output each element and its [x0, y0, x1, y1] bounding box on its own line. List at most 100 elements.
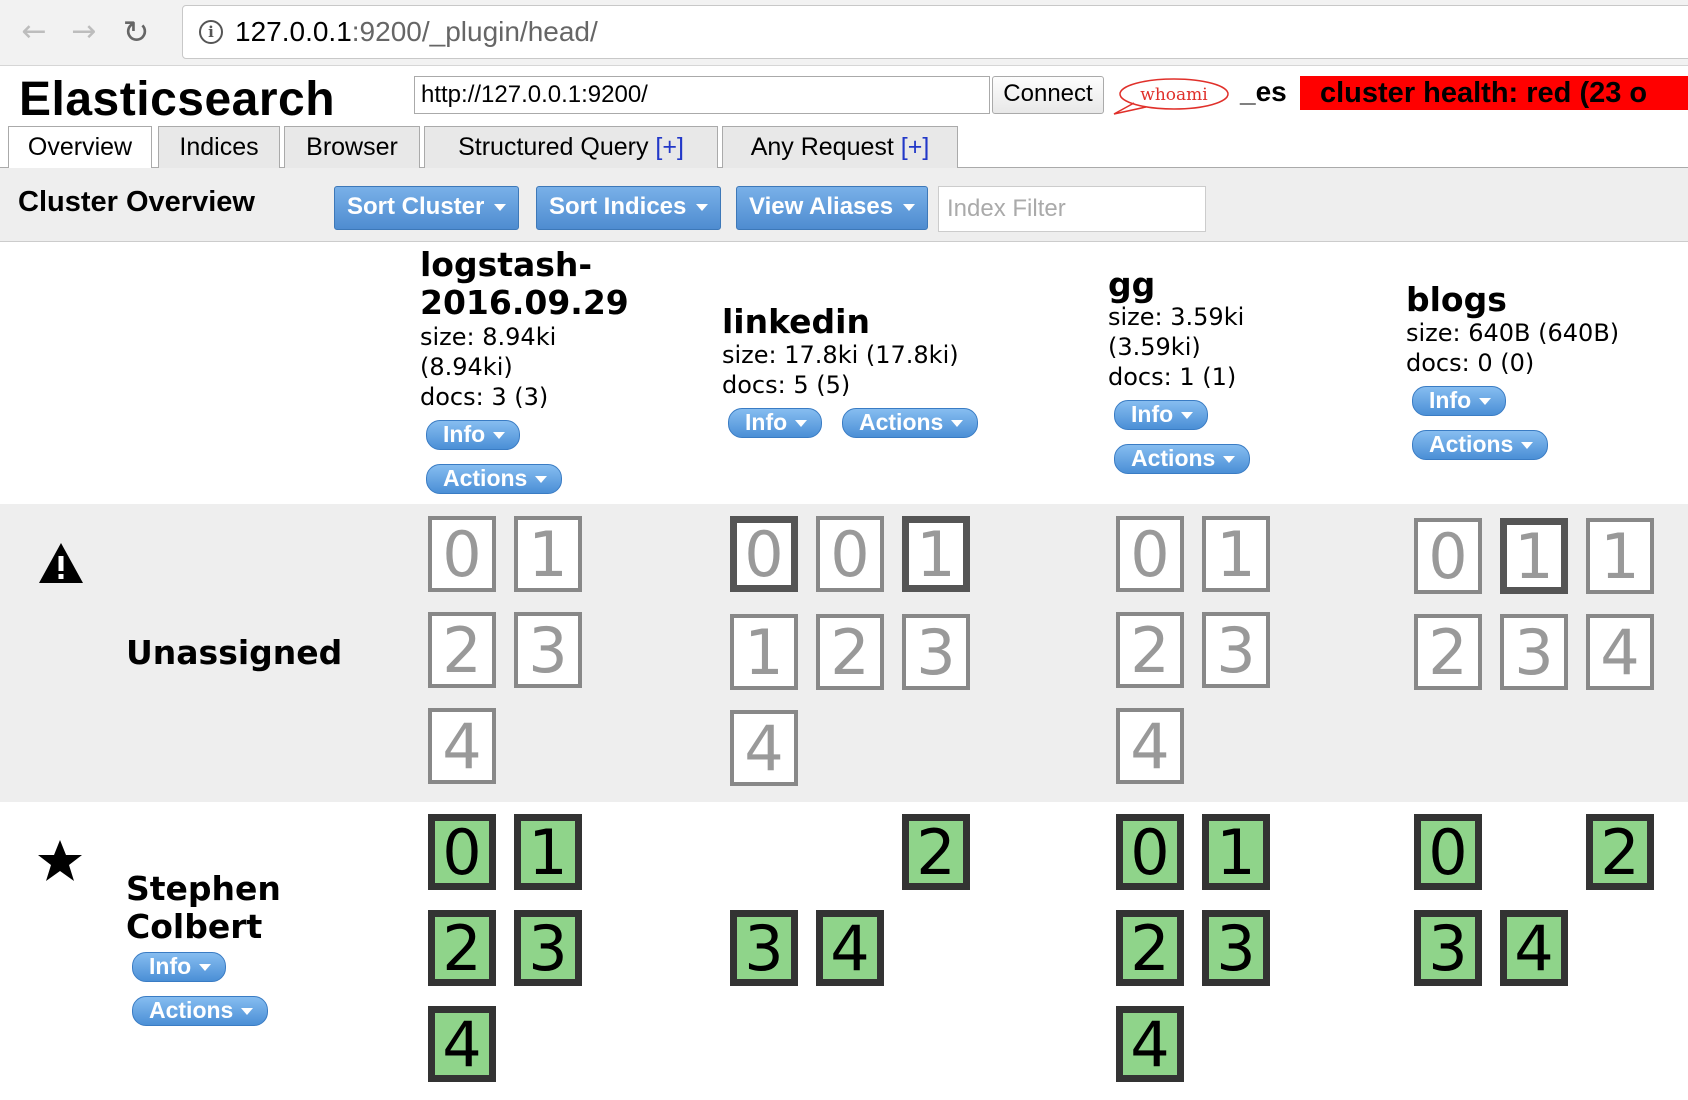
info-label: Info: [1131, 401, 1174, 427]
actions-label: Actions: [1429, 431, 1514, 457]
shard-unassigned[interactable]: 4: [1116, 708, 1184, 784]
shard-started[interactable]: 0: [1116, 814, 1184, 890]
shard-unassigned[interactable]: 1: [1202, 516, 1270, 592]
chevron-down-icon: [1521, 442, 1534, 450]
shard-started[interactable]: 0: [1414, 814, 1482, 890]
cluster-health-badge: cluster health: red (23 o: [1300, 76, 1688, 110]
index-actions-button[interactable]: Actions: [426, 464, 563, 494]
shard-unassigned[interactable]: 0: [428, 516, 496, 592]
info-icon[interactable]: i: [199, 20, 223, 44]
shard-started[interactable]: 2: [1586, 814, 1654, 890]
shard-unassigned[interactable]: 1: [730, 614, 798, 690]
index-size: size: 8.94ki: [420, 323, 557, 351]
shard-unassigned[interactable]: 0: [1414, 518, 1482, 594]
arrow-right-icon[interactable]: →: [66, 14, 102, 50]
info-label: Info: [149, 953, 192, 979]
chevron-down-icon: [493, 432, 506, 440]
shard-unassigned[interactable]: 3: [1202, 612, 1270, 688]
tab-plus: [+]: [655, 133, 684, 161]
page-title: Cluster Overview: [18, 186, 255, 218]
shard-unassigned[interactable]: 0: [730, 516, 798, 592]
star-icon: [38, 840, 82, 881]
shard-unassigned[interactable]: 2: [1116, 612, 1184, 688]
shard-unassigned[interactable]: 2: [428, 612, 496, 688]
shard-unassigned[interactable]: 1: [1500, 518, 1568, 594]
tab-overview[interactable]: Overview: [8, 126, 152, 169]
whoami-label: whoami: [1140, 85, 1208, 105]
unassigned-label: Unassigned: [126, 633, 343, 672]
tab-indices[interactable]: Indices: [158, 126, 280, 168]
shard-started[interactable]: 4: [1500, 910, 1568, 986]
shard-started[interactable]: 2: [902, 814, 970, 890]
tab-plus: [+]: [900, 133, 930, 161]
shard-unassigned[interactable]: 2: [1414, 614, 1482, 690]
shard-started[interactable]: 1: [514, 814, 582, 890]
index-docs: docs: 5 (5): [722, 371, 851, 399]
index-name: logstash-: [420, 245, 593, 284]
shard-unassigned[interactable]: 1: [514, 516, 582, 592]
actions-label: Actions: [859, 409, 944, 435]
shard-started[interactable]: 3: [730, 910, 798, 986]
shard-started[interactable]: 2: [428, 910, 496, 986]
index-info-button[interactable]: Info: [1412, 386, 1507, 416]
shard-unassigned[interactable]: 1: [1586, 518, 1654, 594]
cluster-name: _es: [1240, 76, 1287, 107]
sort-cluster-button[interactable]: Sort Cluster: [334, 186, 520, 230]
chevron-down-icon: [241, 1008, 254, 1016]
shard-started[interactable]: 4: [428, 1006, 496, 1082]
whoami-badge: whoami: [1113, 78, 1229, 115]
node-actions-button[interactable]: Actions: [132, 996, 269, 1026]
reload-icon[interactable]: ↻: [118, 14, 154, 50]
cluster-toolbar: Cluster Overview Sort Cluster Sort Indic…: [0, 168, 1688, 242]
index-size: size: 17.8ki (17.8ki): [722, 341, 959, 369]
app-title: Elasticsearch: [19, 73, 336, 126]
shard-started[interactable]: 1: [1202, 814, 1270, 890]
shard-unassigned[interactable]: 1: [902, 516, 970, 592]
index-actions-button[interactable]: Actions: [1412, 430, 1549, 460]
index-name: blogs: [1406, 280, 1507, 319]
shard-started[interactable]: 3: [1202, 910, 1270, 986]
index-actions-button[interactable]: Actions: [842, 408, 979, 438]
index-name: gg: [1108, 265, 1156, 304]
warning-icon: [39, 543, 83, 583]
shard-unassigned[interactable]: 0: [1116, 516, 1184, 592]
index-filter-input[interactable]: [938, 186, 1206, 232]
chevron-down-icon: [795, 420, 808, 428]
chevron-down-icon: [1181, 412, 1194, 420]
shard-unassigned[interactable]: 4: [730, 710, 798, 786]
shard-unassigned[interactable]: 4: [1586, 614, 1654, 690]
index-actions-button[interactable]: Actions: [1114, 444, 1251, 474]
shard-started[interactable]: 0: [428, 814, 496, 890]
node-info-button[interactable]: Info: [132, 952, 227, 982]
shard-started[interactable]: 3: [1414, 910, 1482, 986]
shard-unassigned[interactable]: 4: [428, 708, 496, 784]
index-docs: docs: 3 (3): [420, 383, 549, 411]
info-label: Info: [1429, 387, 1472, 413]
shard-started[interactable]: 2: [1116, 910, 1184, 986]
shard-started[interactable]: 4: [816, 910, 884, 986]
tab-browser[interactable]: Browser: [284, 126, 420, 168]
shard-unassigned[interactable]: 2: [816, 614, 884, 690]
shard-started[interactable]: 3: [514, 910, 582, 986]
index-info-button[interactable]: Info: [728, 408, 823, 438]
shard-unassigned[interactable]: 3: [1500, 614, 1568, 690]
chevron-down-icon: [494, 204, 507, 212]
sort-indices-button[interactable]: Sort Indices: [536, 186, 722, 230]
connect-button[interactable]: Connect: [992, 76, 1104, 114]
tab-any-request[interactable]: Any Request [+]: [722, 126, 958, 168]
actions-label: Actions: [1131, 445, 1216, 471]
shard-unassigned[interactable]: 3: [514, 612, 582, 688]
chevron-down-icon: [535, 476, 548, 484]
index-info-button[interactable]: Info: [426, 420, 521, 450]
view-aliases-button[interactable]: View Aliases: [736, 186, 929, 230]
tab-structured-query[interactable]: Structured Query [+]: [424, 126, 718, 168]
connection-url-input[interactable]: [414, 76, 990, 114]
arrow-left-icon[interactable]: ←: [16, 14, 52, 50]
chevron-down-icon: [696, 204, 709, 212]
shard-started[interactable]: 4: [1116, 1006, 1184, 1082]
url-path: :9200/_plugin/head/: [351, 16, 598, 47]
index-info-button[interactable]: Info: [1114, 400, 1209, 430]
address-bar[interactable]: i 127.0.0.1:9200/_plugin/head/: [182, 5, 1688, 59]
shard-unassigned[interactable]: 3: [902, 614, 970, 690]
shard-unassigned[interactable]: 0: [816, 516, 884, 592]
